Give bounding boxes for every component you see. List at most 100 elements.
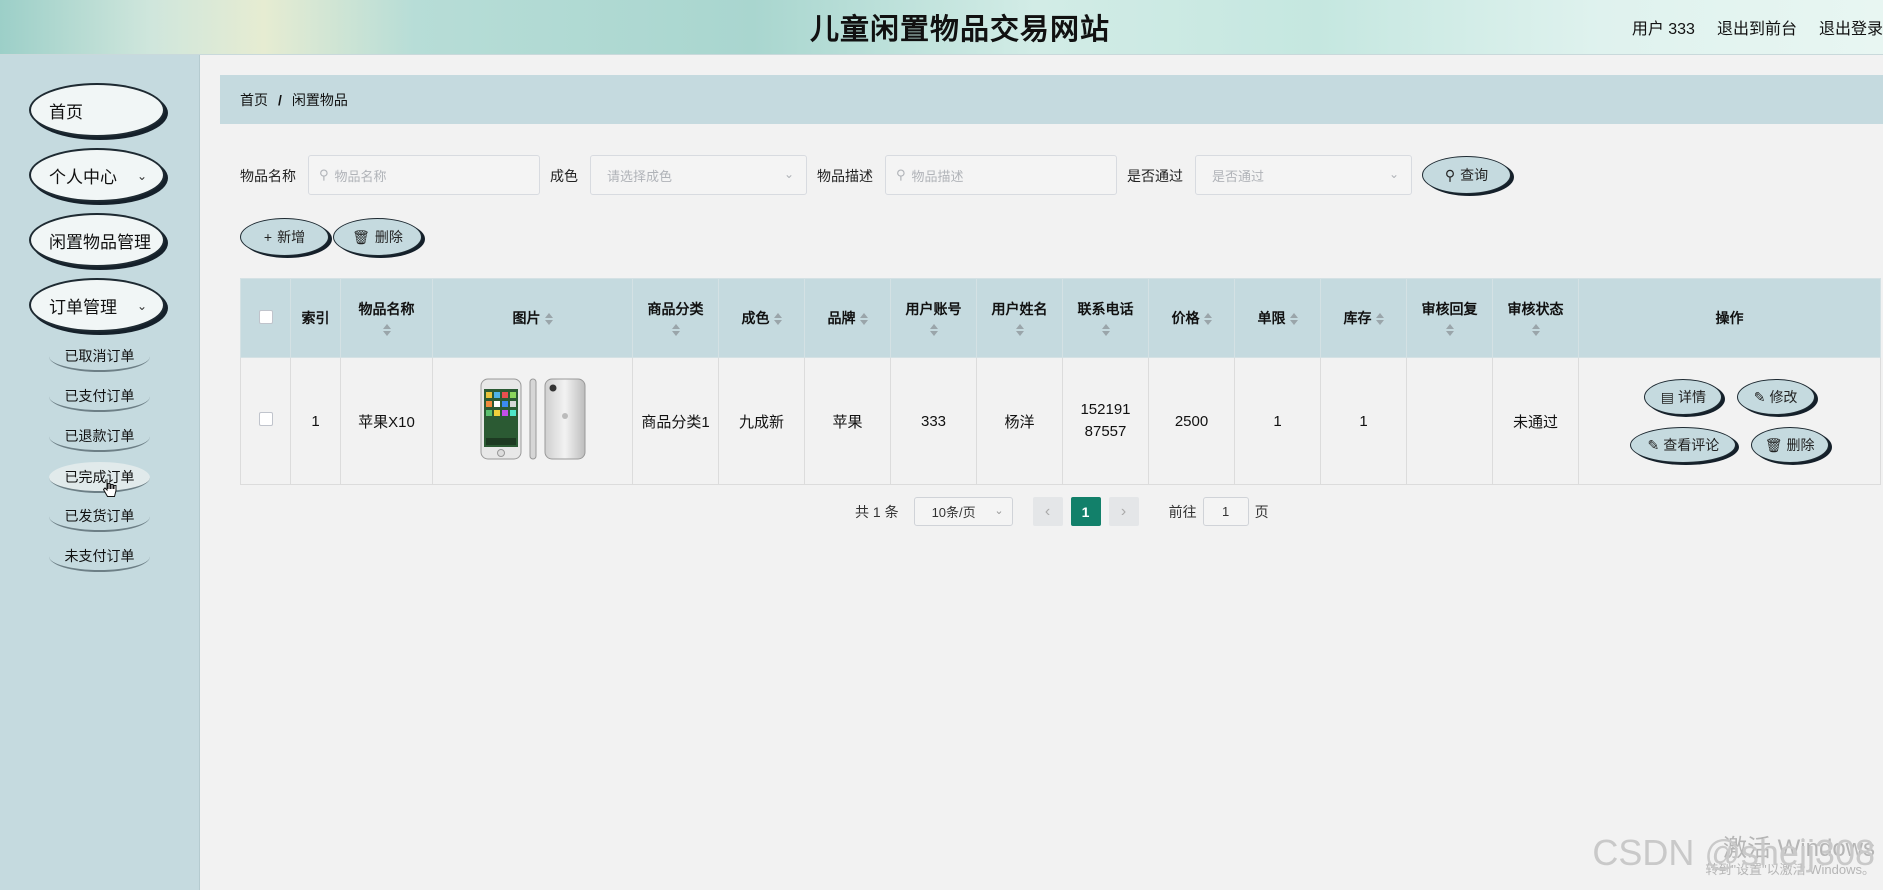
- prev-page-button[interactable]: ‹: [1032, 497, 1063, 526]
- sort-icon[interactable]: [929, 323, 938, 337]
- chevron-down-icon: ⌄: [994, 505, 1004, 517]
- sidebar: 首页 个人中心 ⌄ 闲置物品管理 订单管理 ⌄ 已取消订单 已支付订单 已退款订…: [0, 55, 200, 890]
- col-price-label: 价格: [1171, 310, 1200, 326]
- cell-price: 2500: [1148, 357, 1235, 485]
- submenu-refunded-orders[interactable]: 已退款订单: [49, 421, 150, 452]
- phone-side-icon: [529, 378, 536, 460]
- col-price[interactable]: 价格: [1148, 278, 1235, 358]
- submenu-completed-orders[interactable]: 已完成订单: [49, 462, 150, 493]
- col-name[interactable]: 物品名称: [340, 278, 433, 358]
- col-limit[interactable]: 单限: [1234, 278, 1321, 358]
- col-category[interactable]: 商品分类: [632, 278, 719, 358]
- plus-icon: +: [263, 229, 273, 245]
- sort-icon[interactable]: [382, 323, 391, 337]
- exit-to-front-link[interactable]: 退出到前台: [1717, 15, 1797, 39]
- sort-icon[interactable]: [671, 323, 680, 337]
- trash-icon: 🗑: [1764, 436, 1783, 453]
- table-row: 1 苹果X10 商品分类1 九成新 苹果 333 杨洋 15219187557 …: [240, 357, 1881, 485]
- row-delete-button-label: 删除: [1786, 437, 1815, 453]
- name-search-placeholder: 物品名称: [334, 168, 387, 184]
- name-search-input[interactable]: ⚲ 物品名称: [308, 155, 540, 195]
- col-image[interactable]: 图片: [432, 278, 633, 358]
- sort-icon[interactable]: [1375, 312, 1384, 326]
- goods-table: 索引 物品名称 图片 商品分类 成色 品牌 用户账号 用户姓名 联系电话 价格 …: [240, 278, 1881, 485]
- col-phone[interactable]: 联系电话: [1062, 278, 1149, 358]
- pagination-total: 共 1 条: [855, 503, 899, 520]
- edit-button[interactable]: ✎ 修改: [1736, 379, 1815, 415]
- logout-link[interactable]: 退出登录: [1819, 15, 1883, 39]
- sort-icon[interactable]: [859, 312, 868, 326]
- sort-icon[interactable]: [1203, 312, 1212, 326]
- search-icon: ⚲: [896, 167, 906, 182]
- current-page-button[interactable]: 1: [1070, 497, 1101, 526]
- cell-name: 苹果X10: [340, 357, 433, 485]
- col-review-status-label: 审核状态: [1507, 301, 1564, 317]
- sidebar-item-home[interactable]: 首页: [29, 83, 165, 137]
- product-image[interactable]: [479, 378, 587, 460]
- col-index-label: 索引: [301, 310, 330, 326]
- col-review-reply-label: 审核回复: [1421, 301, 1478, 317]
- header-links: 用户 333 退出到前台 退出登录: [1632, 15, 1883, 39]
- col-username[interactable]: 用户姓名: [976, 278, 1063, 358]
- goto-prefix: 前往: [1168, 503, 1197, 520]
- edit-icon: ✎: [1647, 436, 1660, 453]
- row-delete-button[interactable]: 🗑 删除: [1750, 427, 1829, 463]
- approved-filter-label: 是否通过: [1127, 168, 1183, 184]
- col-brand[interactable]: 品牌: [804, 278, 891, 358]
- top-header: 儿童闲置物品交易网站 用户 333 退出到前台 退出登录: [0, 0, 1883, 55]
- breadcrumb-current: 闲置物品: [291, 91, 348, 108]
- sort-icon[interactable]: [1531, 323, 1540, 337]
- col-actions-label: 操作: [1715, 310, 1744, 326]
- col-review-status[interactable]: 审核状态: [1492, 278, 1579, 358]
- sort-icon[interactable]: [1101, 323, 1110, 337]
- sort-icon[interactable]: [1289, 312, 1298, 326]
- submenu-unpaid-orders[interactable]: 未支付订单: [49, 541, 150, 572]
- cell-stock: 1: [1320, 357, 1407, 485]
- cell-image: [432, 357, 633, 485]
- condition-select[interactable]: 请选择成色 ⌄: [590, 155, 807, 195]
- col-stock-label: 库存: [1343, 310, 1372, 326]
- table-header-row: 索引 物品名称 图片 商品分类 成色 品牌 用户账号 用户姓名 联系电话 价格 …: [240, 278, 1881, 358]
- col-review-reply[interactable]: 审核回复: [1406, 278, 1493, 358]
- sort-icon[interactable]: [1445, 323, 1454, 337]
- submenu-cancelled-orders[interactable]: 已取消订单: [49, 341, 150, 372]
- col-account[interactable]: 用户账号: [890, 278, 977, 358]
- breadcrumb-home[interactable]: 首页: [240, 90, 268, 110]
- desc-search-input[interactable]: ⚲ 物品描述: [885, 155, 1117, 195]
- cell-phone: 15219187557: [1062, 357, 1149, 485]
- col-account-label: 用户账号: [905, 301, 962, 317]
- goto-page-input[interactable]: 1: [1202, 497, 1249, 526]
- breadcrumb: 首页 / 闲置物品: [220, 75, 1883, 124]
- edit-icon: ✎: [1753, 388, 1766, 405]
- col-name-label: 物品名称: [358, 301, 415, 317]
- user-label[interactable]: 用户 333: [1632, 15, 1695, 39]
- submenu-paid-orders[interactable]: 已支付订单: [49, 381, 150, 412]
- cell-category: 商品分类1: [632, 357, 719, 485]
- submenu-shipped-orders[interactable]: 已发货订单: [49, 501, 150, 532]
- delete-button-label: 删除: [374, 229, 403, 245]
- sort-icon[interactable]: [773, 312, 782, 326]
- cell-username: 杨洋: [976, 357, 1063, 485]
- next-page-button[interactable]: ›: [1108, 497, 1139, 526]
- add-button-label: 新增: [277, 229, 306, 245]
- approved-select[interactable]: 是否通过 ⌄: [1195, 155, 1412, 195]
- view-comments-button[interactable]: ✎ 查看评论: [1630, 427, 1737, 463]
- page-size-select[interactable]: 10条/页 ⌄: [913, 497, 1013, 526]
- col-condition[interactable]: 成色: [718, 278, 805, 358]
- delete-button[interactable]: 🗑 删除: [333, 218, 422, 256]
- detail-button[interactable]: ▤ 详情: [1644, 379, 1723, 415]
- col-stock[interactable]: 库存: [1320, 278, 1407, 358]
- sort-icon[interactable]: [1015, 323, 1024, 337]
- view-comments-button-label: 查看评论: [1663, 437, 1720, 453]
- sidebar-item-idle-goods[interactable]: 闲置物品管理: [29, 213, 165, 267]
- sidebar-item-order-management[interactable]: 订单管理 ⌄: [29, 278, 165, 332]
- col-image-label: 图片: [512, 310, 541, 326]
- sidebar-item-personal-center[interactable]: 个人中心 ⌄: [29, 148, 165, 202]
- add-button[interactable]: + 新增: [240, 218, 329, 256]
- sort-icon[interactable]: [544, 312, 553, 326]
- row-checkbox[interactable]: [258, 412, 273, 426]
- phone-front-icon: [480, 378, 521, 460]
- query-button[interactable]: ⚲ 查询: [1422, 156, 1511, 194]
- select-all-cell: [240, 278, 291, 358]
- select-all-checkbox[interactable]: [258, 309, 273, 324]
